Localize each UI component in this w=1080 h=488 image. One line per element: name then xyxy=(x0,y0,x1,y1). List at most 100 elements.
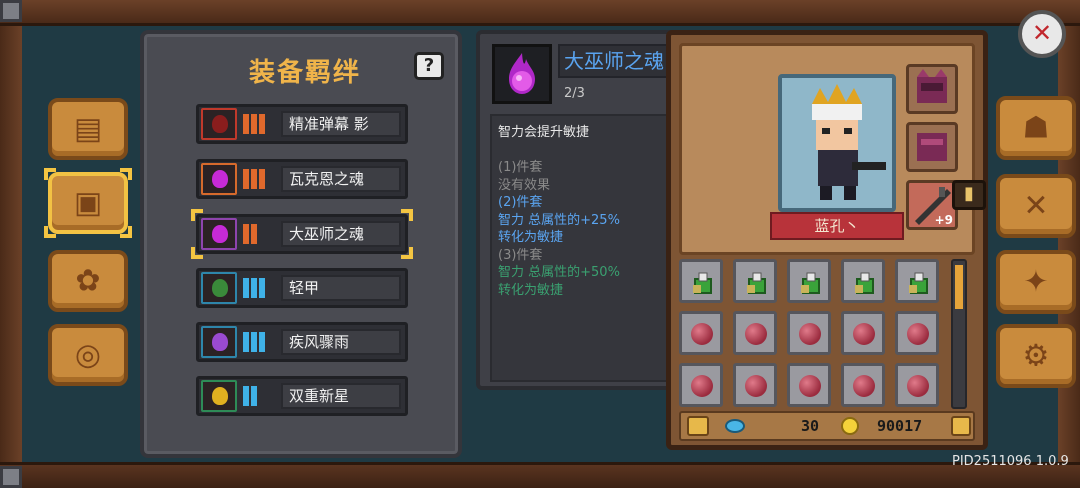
close-button[interactable]: ✕ xyxy=(1018,10,1066,58)
selection-bracket xyxy=(44,226,56,238)
tier-bar xyxy=(259,332,265,352)
green-potion-icon xyxy=(745,269,769,295)
set-row[interactable]: 精准弹幕 影 xyxy=(196,104,408,144)
set-tier-bars xyxy=(243,278,265,298)
sort-icon[interactable] xyxy=(951,416,971,436)
helmet-icon: ☗ xyxy=(1022,110,1050,146)
weapon-level-badge: +9 xyxy=(934,213,953,227)
selection-bracket xyxy=(191,209,203,221)
set-name: 双重新星 xyxy=(281,383,401,409)
tier-bar xyxy=(243,386,249,406)
inventory-slot[interactable] xyxy=(679,259,723,303)
inventory-slot[interactable] xyxy=(787,363,831,407)
selection-bracket xyxy=(401,209,413,221)
set-row[interactable]: 瓦克恩之魂 xyxy=(196,159,408,199)
tab-settings[interactable]: ⚙ xyxy=(996,324,1076,388)
tier-bar xyxy=(243,332,249,352)
gold-coin-icon xyxy=(841,417,859,435)
inventory-slot[interactable] xyxy=(841,259,885,303)
inventory-slot[interactable] xyxy=(733,363,777,407)
red-orb-icon xyxy=(799,323,821,345)
selection-bracket xyxy=(44,168,56,180)
character-panel: 蓝孔丶 +9 30 90017 xyxy=(666,30,988,450)
target-ring-icon xyxy=(201,380,237,412)
tier-bar xyxy=(251,332,257,352)
set-row[interactable]: 大巫师之魂 xyxy=(191,209,413,259)
whirlwind-icon xyxy=(201,326,237,358)
book-icon: ▤ xyxy=(73,111,103,147)
set-row[interactable]: 疾风骤雨 xyxy=(196,322,408,362)
crossed-swords-icon: ✕ xyxy=(1023,188,1049,224)
treasure-box-icon: ▣ xyxy=(73,185,103,221)
inventory-slot[interactable] xyxy=(895,311,939,355)
equip-slot-helmet[interactable] xyxy=(906,64,958,114)
close-icon: ✕ xyxy=(1031,19,1053,47)
green-potion-icon xyxy=(799,269,823,295)
set-name: 精准弹幕 影 xyxy=(281,111,401,137)
inventory-scrollbar[interactable] xyxy=(951,259,967,409)
tab-skills[interactable]: ✕ xyxy=(996,174,1076,238)
set-tier-bars xyxy=(243,332,265,352)
tab-equipment-sets[interactable]: ▣ xyxy=(44,168,132,238)
inventory-slot[interactable] xyxy=(841,363,885,407)
purple-soul-flame-icon xyxy=(201,163,237,195)
tier-bar xyxy=(251,386,257,406)
red-orb-icon xyxy=(907,375,929,397)
bar-icon: ▮ xyxy=(964,183,974,204)
tab-pets[interactable]: ✿ xyxy=(48,250,128,312)
inventory-slot[interactable] xyxy=(787,311,831,355)
set-tier-bars xyxy=(243,114,265,134)
inventory-slot[interactable] xyxy=(733,259,777,303)
tab-talents[interactable]: ✦ xyxy=(996,250,1076,314)
red-orb-icon xyxy=(799,375,821,397)
scrollbar-thumb[interactable] xyxy=(955,265,963,309)
fire-orb-icon xyxy=(201,108,237,140)
red-orb-icon xyxy=(745,375,767,397)
selection-bracket xyxy=(191,247,203,259)
character-portrait xyxy=(778,74,896,212)
frame-corner-bottom-left xyxy=(0,466,22,488)
selection-bracket xyxy=(401,247,413,259)
red-orb-icon xyxy=(853,323,875,345)
gear-icon: ⚙ xyxy=(1022,338,1050,374)
star-burst-icon: ✦ xyxy=(1023,264,1049,300)
inventory-slot[interactable] xyxy=(895,259,939,303)
currency-bar: 30 90017 xyxy=(679,411,975,441)
tier-bar xyxy=(243,278,249,298)
inventory-slot[interactable] xyxy=(841,311,885,355)
inventory-slot[interactable] xyxy=(787,259,831,303)
frame-corner-top-left xyxy=(0,0,22,22)
equip-slot-armor[interactable] xyxy=(906,122,958,172)
tab-journal[interactable]: ▤ xyxy=(48,98,128,160)
tooltip-soul-icon xyxy=(492,44,552,104)
inventory-slot[interactable] xyxy=(679,311,723,355)
selection-bracket xyxy=(120,226,132,238)
gem-icon xyxy=(725,419,745,433)
gold-count: 90017 xyxy=(877,417,923,435)
paw-icon: ✿ xyxy=(75,263,101,299)
red-orb-icon xyxy=(907,323,929,345)
help-button[interactable]: ? xyxy=(414,52,444,80)
set-tier-bars xyxy=(243,169,265,189)
steering-wheel-icon: ◎ xyxy=(74,337,102,373)
tooltip-set-count: 2/3 xyxy=(564,86,585,101)
inventory-slot[interactable] xyxy=(679,363,723,407)
set-row[interactable]: 轻甲 xyxy=(196,268,408,308)
inventory-slot[interactable] xyxy=(895,363,939,407)
set-tier-bars xyxy=(243,386,257,406)
set-row[interactable]: 双重新星 xyxy=(196,376,408,416)
wood-frame-top xyxy=(0,0,1080,26)
lock-icon[interactable] xyxy=(687,416,709,436)
character-name-banner: 蓝孔丶 xyxy=(770,212,904,240)
tab-vehicle[interactable]: ◎ xyxy=(48,324,128,386)
inventory-slot[interactable] xyxy=(733,311,777,355)
equipment-set-panel: 装备羁绊 ? 精准弹幕 影瓦克恩之魂 大巫师之魂 轻甲 疾风骤雨 双重新星 xyxy=(140,30,462,458)
wood-frame-left xyxy=(0,26,22,462)
collapse-panel-tab[interactable]: ▮ xyxy=(952,180,986,210)
green-potion-icon xyxy=(691,269,715,295)
tab-character[interactable]: ☗ xyxy=(996,96,1076,160)
equip-slot-weapon[interactable]: +9 xyxy=(906,180,958,230)
tier-bar xyxy=(259,169,265,189)
tier-bar xyxy=(251,169,257,189)
gem-count: 30 xyxy=(801,417,820,435)
